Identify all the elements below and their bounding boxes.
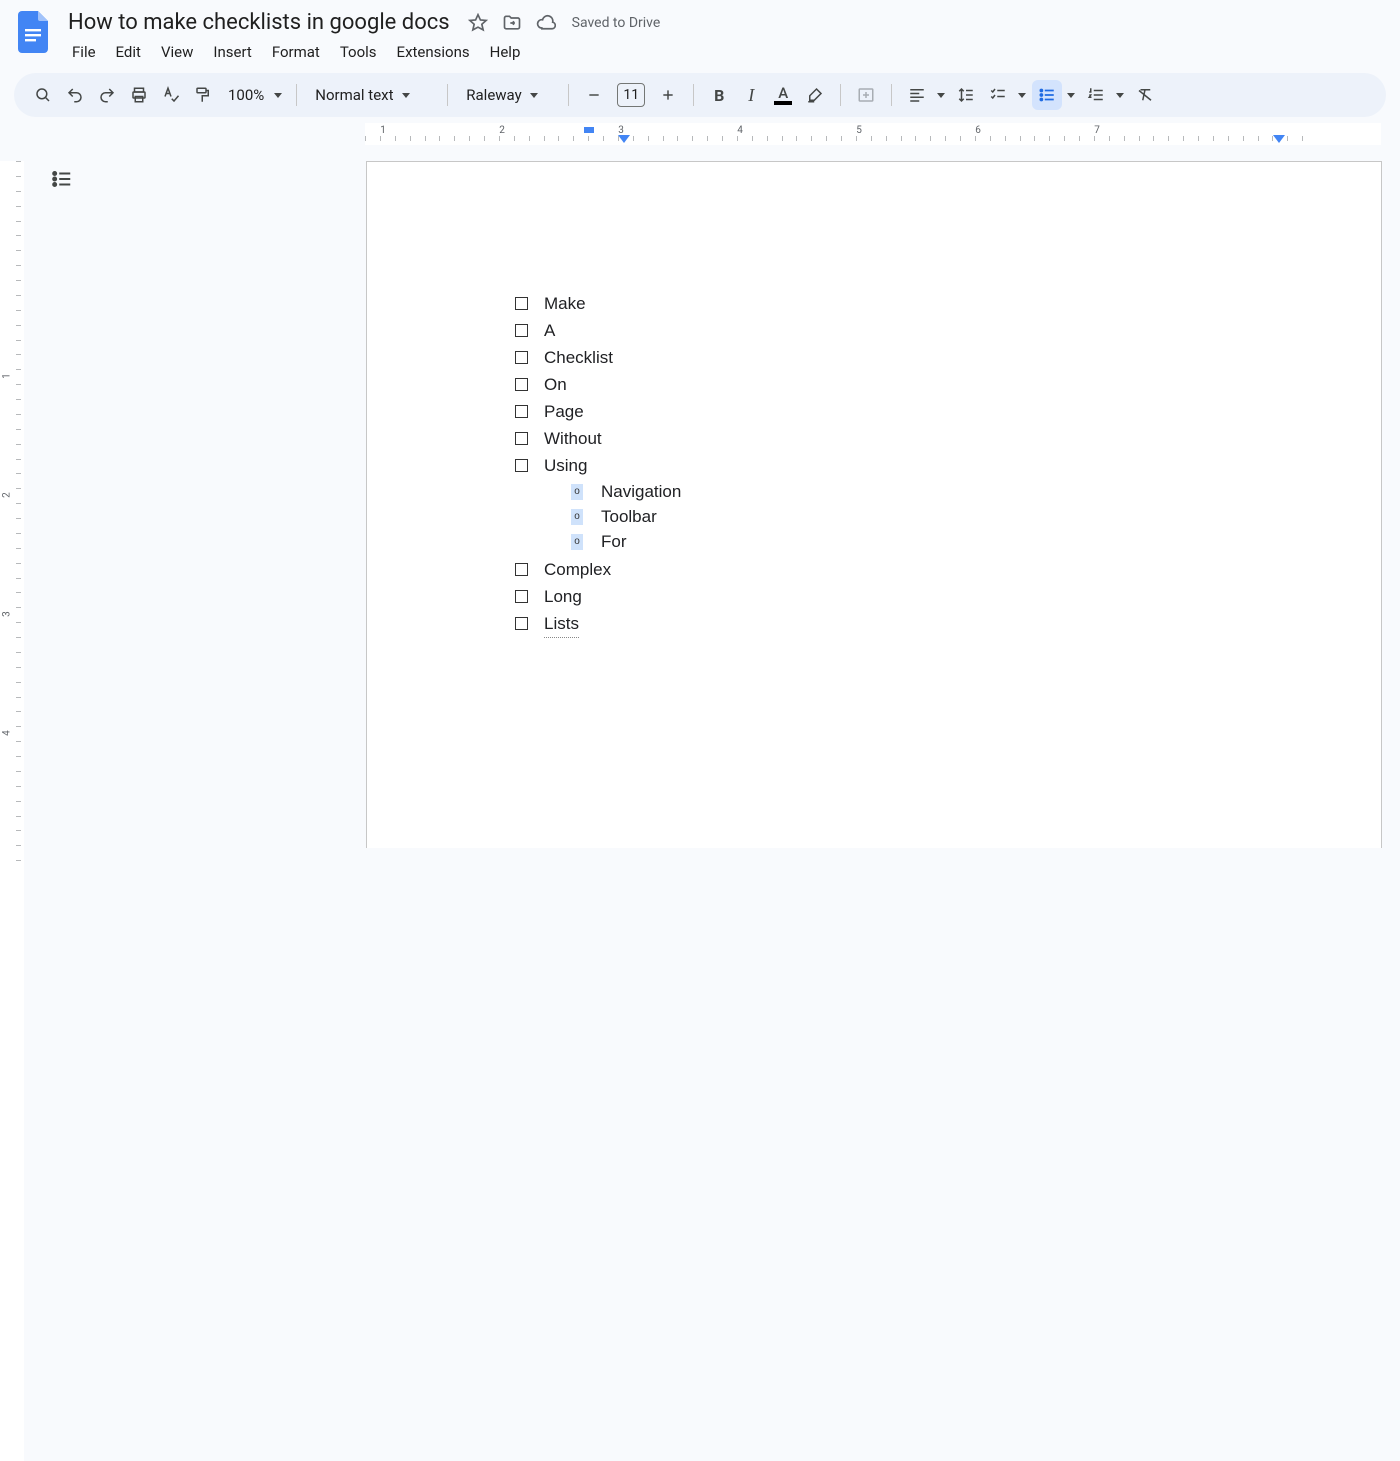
highlight-color-button[interactable] bbox=[800, 80, 830, 110]
left-indent-marker[interactable] bbox=[618, 135, 630, 143]
checklist-item[interactable]: Long bbox=[515, 583, 681, 610]
checklist-text[interactable]: Without bbox=[544, 425, 602, 452]
bulleted-list-dropdown[interactable] bbox=[1063, 80, 1079, 110]
bold-button[interactable]: B bbox=[704, 80, 734, 110]
checklist-item[interactable]: On bbox=[515, 371, 681, 398]
paragraph-style-value: Normal text bbox=[315, 86, 393, 104]
checkbox-icon[interactable] bbox=[515, 324, 528, 337]
align-dropdown[interactable] bbox=[933, 80, 949, 110]
checklist-item[interactable]: Checklist bbox=[515, 344, 681, 371]
search-menus-icon[interactable] bbox=[28, 80, 58, 110]
sub-bullet-icon[interactable]: o bbox=[571, 484, 583, 500]
increase-font-size-button[interactable] bbox=[653, 80, 683, 110]
menu-insert[interactable]: Insert bbox=[205, 39, 259, 65]
checklist-item[interactable]: Without bbox=[515, 425, 681, 452]
align-button[interactable] bbox=[902, 80, 932, 110]
document-content[interactable]: Make A Checklist On Page Without Using o… bbox=[515, 290, 681, 637]
checklist-item[interactable]: Make bbox=[515, 290, 681, 317]
paragraph-style-dropdown[interactable]: Normal text bbox=[307, 80, 437, 110]
checklist-text[interactable]: On bbox=[544, 371, 567, 398]
right-indent-marker[interactable] bbox=[1273, 135, 1285, 143]
sublist-text[interactable]: Navigation bbox=[601, 479, 681, 504]
zoom-dropdown[interactable]: 100% bbox=[220, 80, 286, 110]
menu-extensions[interactable]: Extensions bbox=[389, 39, 478, 65]
document-title[interactable]: How to make checklists in google docs bbox=[64, 8, 454, 37]
checkbox-icon[interactable] bbox=[515, 432, 528, 445]
font-dropdown[interactable]: Raleway bbox=[458, 80, 558, 110]
checklist-text[interactable]: A bbox=[544, 317, 555, 344]
title-row: How to make checklists in google docs Sa… bbox=[64, 8, 660, 37]
document-page[interactable]: Make A Checklist On Page Without Using o… bbox=[366, 161, 1382, 848]
cloud-saved-icon[interactable] bbox=[536, 13, 556, 33]
checkbox-icon[interactable] bbox=[515, 563, 528, 576]
horizontal-ruler[interactable]: 1234567 bbox=[24, 123, 1400, 145]
sub-bullet-icon[interactable]: o bbox=[571, 534, 583, 550]
vertical-ruler[interactable]: 1234 bbox=[0, 145, 24, 848]
checkbox-icon[interactable] bbox=[515, 590, 528, 603]
first-line-indent-marker[interactable] bbox=[584, 127, 594, 133]
spellcheck-icon[interactable] bbox=[156, 80, 186, 110]
menu-help[interactable]: Help bbox=[482, 39, 529, 65]
checkbox-icon[interactable] bbox=[515, 351, 528, 364]
move-to-folder-icon[interactable] bbox=[502, 13, 522, 33]
numbered-list-dropdown[interactable] bbox=[1112, 80, 1128, 110]
checklist-item[interactable]: Page bbox=[515, 398, 681, 425]
sublist-item[interactable]: o Toolbar bbox=[571, 504, 681, 529]
print-icon[interactable] bbox=[124, 80, 154, 110]
sublist-text[interactable]: Toolbar bbox=[601, 504, 657, 529]
checkbox-icon[interactable] bbox=[515, 617, 528, 630]
menu-file[interactable]: File bbox=[64, 39, 104, 65]
docs-logo-icon[interactable] bbox=[14, 8, 54, 56]
toolbar: 100% Normal text Raleway B I A bbox=[14, 73, 1386, 117]
numbered-list-button[interactable] bbox=[1081, 80, 1111, 110]
checklist-text[interactable]: Long bbox=[544, 583, 582, 610]
chevron-down-icon bbox=[530, 93, 538, 98]
document-canvas[interactable]: Make A Checklist On Page Without Using o… bbox=[24, 145, 1400, 848]
italic-button[interactable]: I bbox=[736, 80, 766, 110]
bulleted-list-button[interactable] bbox=[1032, 80, 1062, 110]
saved-status-text: Saved to Drive bbox=[572, 15, 661, 31]
font-size-input[interactable] bbox=[617, 83, 645, 107]
menu-bar: File Edit View Insert Format Tools Exten… bbox=[64, 39, 660, 65]
paint-format-icon[interactable] bbox=[188, 80, 218, 110]
sublist-text[interactable]: For bbox=[601, 529, 627, 554]
menu-view[interactable]: View bbox=[153, 39, 201, 65]
clear-formatting-button[interactable] bbox=[1130, 80, 1160, 110]
text-color-button[interactable]: A bbox=[768, 80, 798, 110]
menu-edit[interactable]: Edit bbox=[108, 39, 149, 65]
checkbox-icon[interactable] bbox=[515, 405, 528, 418]
checklist-item[interactable]: A bbox=[515, 317, 681, 344]
checklist-dropdown[interactable] bbox=[1014, 80, 1030, 110]
insert-image-button[interactable] bbox=[851, 80, 881, 110]
checklist-item[interactable]: Lists bbox=[515, 610, 681, 637]
checkbox-icon[interactable] bbox=[515, 459, 528, 472]
line-spacing-button[interactable] bbox=[951, 80, 981, 110]
redo-icon[interactable] bbox=[92, 80, 122, 110]
checklist-text[interactable]: Page bbox=[544, 398, 584, 425]
menu-tools[interactable]: Tools bbox=[332, 39, 385, 65]
checklist-text[interactable]: Lists bbox=[544, 610, 579, 638]
checklist-text[interactable]: Make bbox=[544, 290, 586, 317]
app-header: How to make checklists in google docs Sa… bbox=[0, 0, 1400, 65]
checklist-item[interactable]: Using bbox=[515, 452, 681, 479]
checklist-text[interactable]: Checklist bbox=[544, 344, 613, 371]
checklist-button[interactable] bbox=[983, 80, 1013, 110]
sublist-item[interactable]: o Navigation bbox=[571, 479, 681, 504]
sub-bullet-icon[interactable]: o bbox=[571, 509, 583, 525]
checklist-text[interactable]: Complex bbox=[544, 556, 611, 583]
sublist-item[interactable]: o For bbox=[571, 529, 681, 554]
zoom-value: 100% bbox=[224, 86, 268, 104]
checklist-text[interactable]: Using bbox=[544, 452, 587, 479]
checkbox-icon[interactable] bbox=[515, 378, 528, 391]
chevron-down-icon bbox=[402, 93, 410, 98]
decrease-font-size-button[interactable] bbox=[579, 80, 609, 110]
checkbox-icon[interactable] bbox=[515, 297, 528, 310]
document-outline-icon[interactable] bbox=[48, 165, 76, 193]
font-value: Raleway bbox=[466, 86, 521, 104]
menu-format[interactable]: Format bbox=[264, 39, 328, 65]
chevron-down-icon bbox=[274, 93, 282, 98]
undo-icon[interactable] bbox=[60, 80, 90, 110]
checklist-item[interactable]: Complex bbox=[515, 556, 681, 583]
star-icon[interactable] bbox=[468, 13, 488, 33]
